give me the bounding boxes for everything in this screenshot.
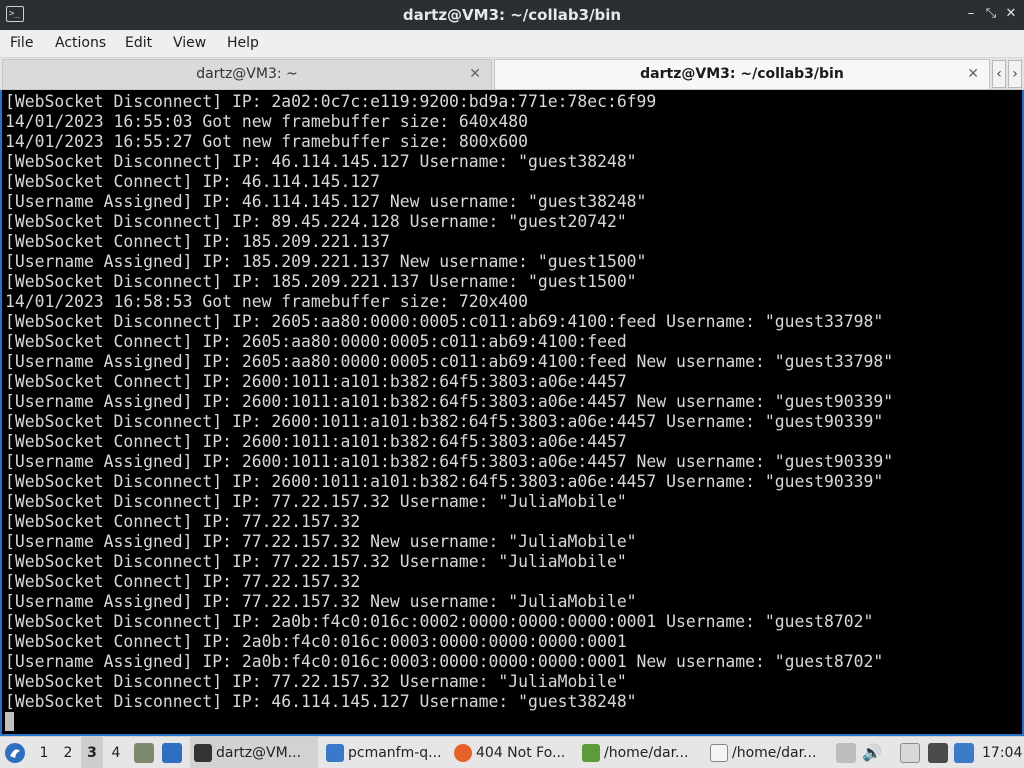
close-button[interactable]: ✕: [1002, 5, 1020, 23]
terminal-line: [WebSocket Disconnect] IP: 185.209.221.1…: [5, 272, 637, 291]
terminal-line: 14/01/2023 16:58:53 Got new framebuffer …: [5, 292, 529, 311]
scroll-tray-icon[interactable]: [836, 743, 856, 763]
terminal-line: [WebSocket Disconnect] IP: 2a02:0c7c:e11…: [5, 92, 657, 111]
terminal-line: [WebSocket Disconnect] IP: 77.22.157.32 …: [5, 492, 627, 511]
tab-next-button[interactable]: ›: [1008, 60, 1022, 88]
clipboard-icon[interactable]: [900, 743, 920, 763]
terminal-line: [WebSocket Disconnect] IP: 46.114.145.12…: [5, 692, 637, 711]
tab-bar: dartz@VM3: ~ ✕ dartz@VM3: ~/collab3/bin …: [0, 58, 1024, 90]
terminal-line: [Username Assigned] IP: 77.22.157.32 New…: [5, 592, 637, 611]
tab-close-icon[interactable]: ✕: [967, 60, 979, 88]
task-label: 404 Not Fo...: [476, 745, 566, 761]
file-manager-launcher-icon[interactable]: [134, 743, 154, 763]
firefox-icon: [454, 744, 472, 762]
terminal-line: [WebSocket Disconnect] IP: 2600:1011:a10…: [5, 472, 884, 491]
terminal-line: [WebSocket Disconnect] IP: 2a0b:f4c0:016…: [5, 612, 874, 631]
terminal-line: [Username Assigned] IP: 2600:1011:a101:b…: [5, 392, 894, 411]
taskbar: 1 2 3 4 dartz@VM... pcmanfm-q... 404 Not…: [0, 736, 1024, 768]
terminal-line: [Username Assigned] IP: 2605:aa80:0000:0…: [5, 352, 894, 371]
task-label: /home/dar...: [732, 745, 817, 761]
task-text-file[interactable]: /home/dar...: [578, 737, 702, 768]
text-file-icon: [582, 744, 600, 762]
terminal-line: [WebSocket Disconnect] IP: 2600:1011:a10…: [5, 412, 884, 431]
menu-bar: File Actions Edit View Help: [0, 30, 1024, 58]
menu-help[interactable]: Help: [227, 35, 259, 51]
terminal-line: [WebSocket Disconnect] IP: 89.45.224.128…: [5, 212, 627, 231]
task-label: /home/dar...: [604, 745, 689, 761]
terminal-line: [WebSocket Disconnect] IP: 2605:aa80:000…: [5, 312, 884, 331]
terminal-line: [WebSocket Connect] IP: 46.114.145.127: [5, 172, 380, 191]
task-terminal[interactable]: dartz@VM...: [190, 737, 318, 768]
terminal-output[interactable]: [WebSocket Disconnect] IP: 2a02:0c7c:e11…: [0, 90, 1024, 736]
update-notifier-icon[interactable]: [954, 743, 974, 763]
workspace-3[interactable]: 3: [81, 737, 103, 768]
terminal-line: [WebSocket Connect] IP: 185.209.221.137: [5, 232, 390, 251]
workspace-2[interactable]: 2: [57, 737, 79, 768]
minimize-button[interactable]: –: [962, 5, 980, 23]
folder-icon: [326, 744, 344, 762]
tab-collab3-bin[interactable]: dartz@VM3: ~/collab3/bin ✕: [494, 59, 990, 89]
terminal-line: [Username Assigned] IP: 46.114.145.127 N…: [5, 192, 647, 211]
text-editor-icon: [710, 744, 728, 762]
menu-view[interactable]: View: [173, 35, 206, 51]
volume-icon[interactable]: 🔊: [862, 737, 882, 768]
terminal-lines: [WebSocket Disconnect] IP: 2a02:0c7c:e11…: [5, 92, 1015, 712]
terminal-line: [WebSocket Disconnect] IP: 46.114.145.12…: [5, 152, 637, 171]
maximize-button[interactable]: ⤡: [982, 5, 1000, 23]
tab-close-icon[interactable]: ✕: [469, 60, 481, 88]
task-text-editor[interactable]: /home/dar...: [706, 737, 830, 768]
menu-file[interactable]: File: [10, 35, 33, 51]
start-menu-icon[interactable]: [4, 737, 28, 768]
terminal-line: [WebSocket Connect] IP: 77.22.157.32: [5, 572, 361, 591]
window-title: dartz@VM3: ~/collab3/bin: [402, 6, 622, 24]
tab-label: dartz@VM3: ~/collab3/bin: [640, 66, 844, 82]
text-cursor: [5, 712, 14, 731]
terminal-icon: [194, 744, 212, 762]
terminal-line: [WebSocket Connect] IP: 2605:aa80:0000:0…: [5, 332, 627, 351]
terminal-line: [Username Assigned] IP: 185.209.221.137 …: [5, 252, 647, 271]
clock: 17:04: [982, 745, 1022, 761]
terminal-line: [WebSocket Connect] IP: 2600:1011:a101:b…: [5, 372, 627, 391]
task-label: dartz@VM...: [216, 745, 302, 761]
task-pcmanfm[interactable]: pcmanfm-q...: [322, 737, 446, 768]
terminal-line: [WebSocket Connect] IP: 77.22.157.32: [5, 512, 361, 531]
menu-actions[interactable]: Actions: [55, 35, 106, 51]
terminal-line: 14/01/2023 16:55:27 Got new framebuffer …: [5, 132, 529, 151]
terminal-line: [WebSocket Disconnect] IP: 77.22.157.32 …: [5, 672, 627, 691]
terminal-line: [Username Assigned] IP: 2600:1011:a101:b…: [5, 452, 894, 471]
terminal-line: 14/01/2023 16:55:03 Got new framebuffer …: [5, 112, 529, 131]
terminal-line: [Username Assigned] IP: 2a0b:f4c0:016c:0…: [5, 652, 884, 671]
tab-prev-button[interactable]: ‹: [992, 60, 1006, 88]
tab-label: dartz@VM3: ~: [196, 66, 298, 82]
title-bar: >_ dartz@VM3: ~/collab3/bin – ⤡ ✕: [0, 0, 1024, 30]
terminal-line: [Username Assigned] IP: 77.22.157.32 New…: [5, 532, 637, 551]
tab-home[interactable]: dartz@VM3: ~ ✕: [2, 59, 492, 89]
show-desktop-icon[interactable]: [162, 743, 182, 763]
workspace-1[interactable]: 1: [33, 737, 55, 768]
terminal-line: [WebSocket Connect] IP: 2600:1011:a101:b…: [5, 432, 627, 451]
workspace-4[interactable]: 4: [105, 737, 127, 768]
task-label: pcmanfm-q...: [348, 745, 442, 761]
task-firefox[interactable]: 404 Not Fo...: [450, 737, 574, 768]
terminal-line: [WebSocket Connect] IP: 2a0b:f4c0:016c:0…: [5, 632, 627, 651]
network-icon[interactable]: [928, 743, 948, 763]
terminal-line: [WebSocket Disconnect] IP: 77.22.157.32 …: [5, 552, 627, 571]
menu-edit[interactable]: Edit: [125, 35, 152, 51]
